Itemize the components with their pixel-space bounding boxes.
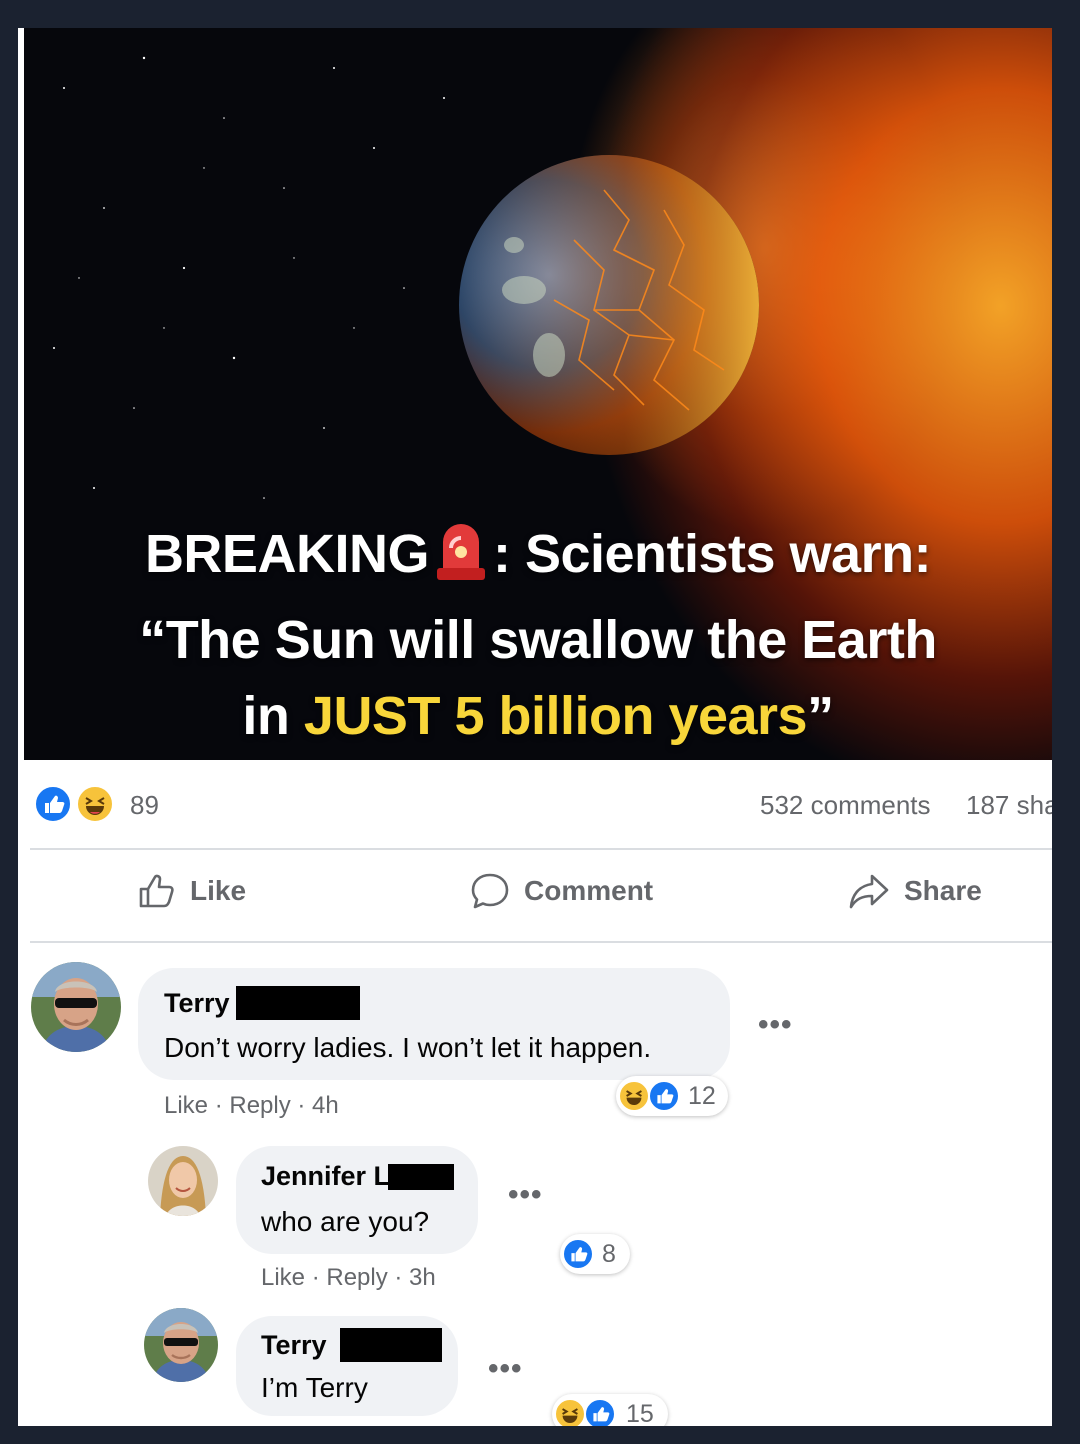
comment-reply-link[interactable]: Reply [229,1092,290,1119]
more-options-icon[interactable]: ••• [508,1180,543,1210]
avatar[interactable] [144,1308,218,1382]
headline-breaking: BREAKING [144,524,430,584]
comment-reactions[interactable]: 12 [616,1076,728,1116]
thumbs-up-icon [139,874,174,908]
comment-reaction-count: 12 [688,1082,716,1110]
like-reaction-icon[interactable] [33,784,73,824]
headline-highlight: JUST 5 billion years [303,686,808,746]
headline: BREAKING : Scientists warn: “The Sun will… [24,516,1052,754]
separator: · [305,1264,327,1291]
comment-reactions[interactable]: 8 [560,1234,630,1274]
comment-text: who are you? [261,1206,430,1237]
share-button-label: Share [904,875,982,906]
comment-text: Don’t worry ladies. I won’t let it happe… [164,1032,652,1063]
redaction-bar [340,1328,442,1362]
reaction-count[interactable]: 89 [130,790,159,821]
comments-count-link[interactable]: 532 comments [760,790,931,821]
comment-reply-link[interactable]: Reply [326,1264,387,1291]
comment-button-label: Comment [524,875,654,906]
headline-line2: “The Sun will swallow the Earth [139,610,937,670]
haha-reaction-icon [554,1398,586,1426]
comment-reaction-count: 15 [626,1400,654,1426]
post-image[interactable]: BREAKING : Scientists warn: “The Sun will… [24,28,1052,760]
like-button-label: Like [190,875,247,906]
comment-meta: Like · Reply · 3h [261,1264,436,1292]
comment-timestamp[interactable]: 4h [312,1092,339,1119]
like-reaction-icon [562,1238,594,1270]
comment-author[interactable]: Terry [261,1330,327,1361]
avatar[interactable] [31,962,121,1052]
post-card: BREAKING : Scientists warn: “The Sun will… [18,28,1052,1426]
reactions-summary: 89 532 comments 187 sha [18,760,1052,848]
comment-like-link[interactable]: Like [164,1092,208,1119]
avatar[interactable] [148,1146,218,1216]
shares-count-link[interactable]: 187 sha [966,790,1052,821]
headline-line3-start: in [242,686,304,746]
separator: · [290,1092,313,1119]
like-button[interactable]: Like [138,872,246,910]
more-options-icon[interactable]: ••• [488,1354,523,1384]
like-reaction-icon [648,1080,680,1112]
comment-reaction-count: 8 [602,1240,616,1268]
haha-reaction-icon [618,1080,650,1112]
separator: · [387,1264,410,1291]
redaction-bar [388,1164,454,1190]
comment-meta: Like · Reply · 4h [164,1092,339,1120]
redaction-bar [236,986,360,1020]
comment-text: I’m Terry [261,1372,368,1403]
like-reaction-icon [584,1398,616,1426]
comment-button[interactable]: Comment [470,872,653,910]
comment-like-link[interactable]: Like [261,1264,305,1291]
more-options-icon[interactable]: ••• [758,1010,793,1040]
comment-author[interactable]: Terry [164,988,230,1019]
haha-reaction-icon[interactable] [75,784,115,824]
comment-author[interactable]: Jennifer L [261,1161,390,1192]
share-arrow-icon [849,874,889,909]
post-action-bar: Like Comment Share [18,850,1052,940]
comment-reactions[interactable]: 15 [552,1394,668,1426]
headline-line3-end: ” [807,686,834,746]
headline-scientists: : Scientists warn: [492,524,932,584]
siren-icon [435,518,487,602]
separator: · [208,1092,230,1119]
divider-bottom [30,941,1052,943]
comment-timestamp[interactable]: 3h [409,1264,436,1291]
burning-earth-illustration [459,155,759,455]
speech-bubble-icon [471,873,509,909]
share-button[interactable]: Share [848,872,982,910]
